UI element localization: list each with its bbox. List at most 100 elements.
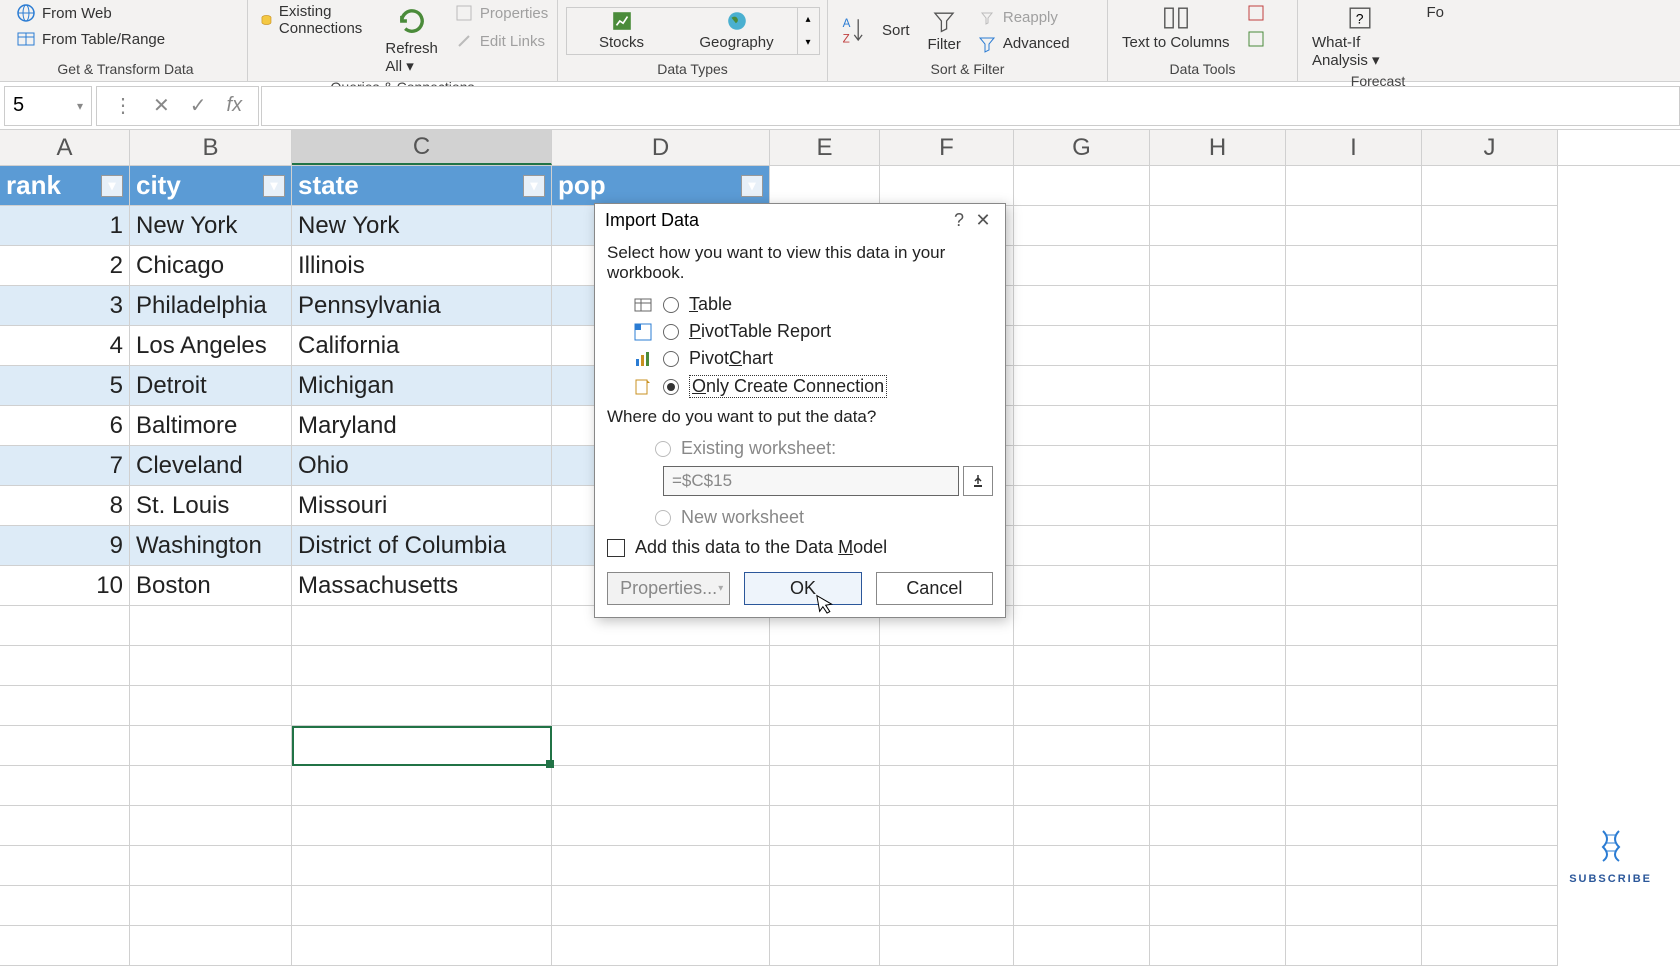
cell[interactable]: Ohio xyxy=(292,446,552,486)
column-header-C[interactable]: C xyxy=(292,130,552,165)
cell[interactable] xyxy=(1286,246,1422,286)
cell[interactable]: 10 xyxy=(0,566,130,606)
cell[interactable] xyxy=(1014,326,1150,366)
cell[interactable] xyxy=(1422,766,1558,806)
cell[interactable] xyxy=(880,726,1014,766)
from-table-range-button[interactable]: From Table/Range xyxy=(12,28,169,50)
cell[interactable] xyxy=(770,766,880,806)
cell[interactable] xyxy=(1150,886,1286,926)
cell[interactable] xyxy=(1422,806,1558,846)
cell[interactable] xyxy=(1286,726,1422,766)
cell[interactable] xyxy=(1150,486,1286,526)
cell[interactable] xyxy=(0,886,130,926)
cell[interactable] xyxy=(292,686,552,726)
column-header-J[interactable]: J xyxy=(1422,130,1558,165)
cell[interactable] xyxy=(1286,646,1422,686)
cell[interactable] xyxy=(292,886,552,926)
cell[interactable]: Philadelphia xyxy=(130,286,292,326)
cell[interactable] xyxy=(880,686,1014,726)
column-header-D[interactable]: D xyxy=(552,130,770,165)
cell[interactable] xyxy=(0,606,130,646)
add-to-data-model-checkbox[interactable]: Add this data to the Data Model xyxy=(607,531,993,572)
cell[interactable] xyxy=(130,726,292,766)
cell[interactable] xyxy=(1422,206,1558,246)
name-box[interactable]: 5▾ xyxy=(4,86,92,126)
cell[interactable]: Chicago xyxy=(130,246,292,286)
cell[interactable] xyxy=(880,166,1014,206)
cell[interactable] xyxy=(1286,166,1422,206)
cell[interactable]: 3 xyxy=(0,286,130,326)
cell[interactable] xyxy=(0,926,130,966)
cell[interactable] xyxy=(1422,446,1558,486)
cell[interactable] xyxy=(1150,366,1286,406)
cell[interactable] xyxy=(1150,766,1286,806)
cell[interactable] xyxy=(130,806,292,846)
cell[interactable] xyxy=(1150,606,1286,646)
cell[interactable] xyxy=(1014,726,1150,766)
help-icon[interactable]: ? xyxy=(947,210,971,231)
forecast-sheet-button[interactable]: Fo xyxy=(1420,2,1450,23)
cell[interactable] xyxy=(1286,686,1422,726)
cell[interactable] xyxy=(552,846,770,886)
cell[interactable] xyxy=(1422,566,1558,606)
cell[interactable] xyxy=(1286,886,1422,926)
cell[interactable] xyxy=(1150,246,1286,286)
what-if-button[interactable]: ? What-If Analysis ▾ xyxy=(1306,2,1414,71)
cell[interactable]: St. Louis xyxy=(130,486,292,526)
cell[interactable]: Illinois xyxy=(292,246,552,286)
cell[interactable] xyxy=(1014,526,1150,566)
cell[interactable] xyxy=(0,766,130,806)
cell[interactable] xyxy=(130,926,292,966)
cell[interactable] xyxy=(0,726,130,766)
cell[interactable] xyxy=(770,166,880,206)
advanced-filter-button[interactable]: Advanced xyxy=(973,33,1074,55)
cell[interactable] xyxy=(880,646,1014,686)
cell[interactable] xyxy=(1422,606,1558,646)
datatype-next[interactable]: ▾ xyxy=(798,31,819,54)
cell[interactable] xyxy=(1150,286,1286,326)
remove-dupes-button[interactable] xyxy=(1242,28,1270,50)
cell[interactable] xyxy=(552,806,770,846)
cell[interactable]: Washington xyxy=(130,526,292,566)
refresh-all-button[interactable]: Refresh All ▾ xyxy=(379,2,444,77)
cell[interactable] xyxy=(770,886,880,926)
cell[interactable] xyxy=(770,846,880,886)
cell[interactable] xyxy=(552,766,770,806)
cell[interactable] xyxy=(1286,486,1422,526)
cell[interactable] xyxy=(1286,606,1422,646)
cell[interactable]: Baltimore xyxy=(130,406,292,446)
sort-button[interactable]: Sort xyxy=(876,20,916,41)
option-table[interactable]: Table xyxy=(607,291,993,318)
from-web-button[interactable]: From Web xyxy=(12,2,116,24)
cell[interactable] xyxy=(1422,486,1558,526)
cell[interactable] xyxy=(1150,846,1286,886)
cell[interactable] xyxy=(1286,206,1422,246)
cell[interactable] xyxy=(552,686,770,726)
cell[interactable] xyxy=(552,886,770,926)
cell[interactable] xyxy=(880,886,1014,926)
cell[interactable] xyxy=(1422,726,1558,766)
column-header-I[interactable]: I xyxy=(1286,130,1422,165)
cell[interactable] xyxy=(1286,326,1422,366)
column-header-E[interactable]: E xyxy=(770,130,880,165)
filter-dropdown-icon[interactable]: ▾ xyxy=(263,175,285,197)
cell[interactable] xyxy=(292,806,552,846)
cell[interactable] xyxy=(130,766,292,806)
cell[interactable] xyxy=(130,886,292,926)
cell[interactable] xyxy=(130,606,292,646)
cell[interactable] xyxy=(0,686,130,726)
cell[interactable] xyxy=(292,606,552,646)
cell[interactable] xyxy=(130,686,292,726)
cell[interactable] xyxy=(1286,366,1422,406)
cell[interactable] xyxy=(1422,366,1558,406)
cell[interactable]: Missouri xyxy=(292,486,552,526)
text-to-columns-button[interactable]: Text to Columns xyxy=(1116,2,1236,53)
cell[interactable] xyxy=(1014,286,1150,326)
cell[interactable] xyxy=(1150,646,1286,686)
flash-fill-button[interactable] xyxy=(1242,2,1270,24)
cell[interactable]: Michigan xyxy=(292,366,552,406)
cell[interactable]: Boston xyxy=(130,566,292,606)
cell[interactable] xyxy=(292,766,552,806)
cell[interactable] xyxy=(1150,526,1286,566)
cell[interactable] xyxy=(1014,646,1150,686)
